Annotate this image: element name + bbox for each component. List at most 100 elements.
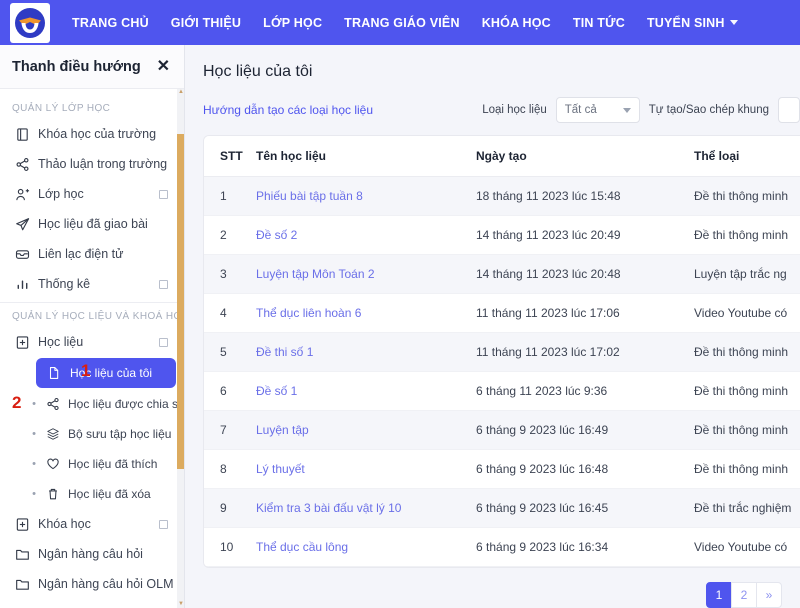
nav-link-lop-hoc[interactable]: LỚP HỌC (263, 16, 322, 30)
cell-name: Lý thuyết (256, 449, 476, 489)
page-button-1[interactable]: 1 (706, 582, 732, 608)
sidebar-section-label-lop-hoc: QUẢN LÝ LỚP HỌC (12, 103, 111, 114)
sidebar-item-khoa-hoc[interactable]: Khóa học (0, 509, 184, 539)
sidebar-item-thao-luan-trong-truong[interactable]: Thảo luận trong trường (0, 149, 184, 179)
bullet-icon: • (32, 397, 36, 410)
user-plus-icon (14, 186, 30, 202)
expand-toggle-icon[interactable] (159, 279, 168, 289)
file-plus-icon (14, 334, 30, 350)
cell-type: Luyện tập trắc ng (694, 254, 800, 294)
nav-link-label: LỚP HỌC (263, 15, 323, 30)
page-next-button[interactable]: » (756, 582, 782, 608)
sidebar-scroll-area: QUẢN LÝ LỚP HỌC Khóa học của trường Thảo… (0, 89, 184, 608)
nav-link-label: TRANG CHỦ (72, 15, 149, 30)
site-logo[interactable] (10, 2, 50, 43)
material-link[interactable]: Đề số 2 (256, 228, 297, 242)
sidebar-item-ngan-hang-cau-hoi[interactable]: Ngân hàng câu hỏi (0, 539, 184, 569)
table-row: 8 Lý thuyết 6 tháng 9 2023 lúc 16:48 Đề thi… (204, 449, 800, 489)
sidebar-item-hoc-lieu-da-giao-bai[interactable]: Học liệu đã giao bài (0, 209, 184, 239)
material-link[interactable]: Thể dục cầu lông (256, 540, 348, 554)
material-link[interactable]: Luyện tập (256, 423, 309, 437)
nav-link-tuyen-sinh[interactable]: TUYỂN SINH (647, 16, 738, 30)
page-title: Học liệu của tôi (203, 63, 313, 80)
table-row: 5 Đề thi số 1 11 tháng 11 2023 lúc 17:02 Đề… (204, 332, 800, 372)
nav-link-label: TIN TỨC (572, 15, 625, 30)
sidebar-item-label: Học liệu đã xóa (68, 487, 151, 501)
cell-name: Đề số 1 (256, 371, 476, 411)
file-plus-icon (14, 516, 30, 532)
col-header-date: Ngày tạo (476, 136, 694, 177)
expand-toggle-icon[interactable] (159, 337, 168, 347)
nav-link-label: GIỚI THIỆU (170, 15, 242, 30)
cell-stt: 2 (204, 215, 256, 255)
cell-stt: 7 (204, 410, 256, 450)
sidebar-scrollbar[interactable]: ▲ ▼ (177, 89, 184, 608)
sidebar-item-hoc-lieu[interactable]: Học liệu (0, 327, 184, 357)
chevron-down-icon (729, 20, 738, 25)
sidebar-scrollbar-thumb[interactable] (177, 134, 184, 469)
cell-type: Đề thi thông minh (694, 215, 800, 255)
sidebar-item-lien-lac-dien-tu[interactable]: Liên lạc điện tử (0, 239, 184, 269)
expand-toggle-icon[interactable] (159, 519, 168, 529)
material-link[interactable]: Kiểm tra 3 bài đấu vật lý 10 (256, 501, 401, 515)
heart-icon (45, 456, 61, 472)
annotation-marker-1: 1 (81, 361, 91, 380)
top-navbar: TRANG CHỦ GIỚI THIỆU LỚP HỌC TRANG GIÁO … (0, 0, 800, 45)
sidebar-item-hoc-lieu-cua-toi[interactable]: Học liệu của tôi (36, 358, 176, 388)
material-link[interactable]: Thể dục liên hoàn 6 (256, 306, 361, 320)
cell-date: 6 tháng 9 2023 lúc 16:49 (476, 410, 694, 450)
nav-link-tin-tuc[interactable]: TIN TỨC (573, 16, 625, 30)
sidebar-item-thong-ke[interactable]: Thống kê (0, 269, 184, 299)
material-link[interactable]: Đề số 1 (256, 384, 297, 398)
nav-link-label: TRANG GIÁO VIÊN (344, 15, 460, 30)
bar-chart-icon (14, 276, 30, 292)
sidebar-item-label: Thảo luận trong trường (38, 157, 168, 171)
nav-link-trang-giao-vien[interactable]: TRANG GIÁO VIÊN (344, 16, 460, 30)
sidebar-item-label: Liên lạc điện tử (38, 247, 124, 261)
filter-source-select[interactable] (778, 97, 800, 123)
sidebar-item-khoa-hoc-cua-truong[interactable]: Khóa học của trường (0, 119, 184, 149)
cell-date: 14 tháng 11 2023 lúc 20:48 (476, 254, 694, 294)
close-icon[interactable]: ✕ (157, 58, 170, 75)
share-nodes-icon (45, 396, 61, 412)
sidebar-item-bo-suu-tap-hoc-lieu[interactable]: • Bộ sưu tập học liệu (0, 419, 184, 449)
sidebar-title: Thanh điều hướng (12, 58, 141, 75)
cell-type: Video Youtube có (694, 527, 800, 567)
cell-name: Đề thi số 1 (256, 332, 476, 372)
nav-link-trang-chu[interactable]: TRANG CHỦ (72, 16, 149, 30)
guide-link[interactable]: Hướng dẫn tạo các loại học liệu (203, 103, 373, 117)
material-link[interactable]: Lý thuyết (256, 462, 305, 476)
sidebar-item-hoc-lieu-da-xoa[interactable]: • Học liệu đã xóa (0, 479, 184, 509)
cell-type: Đề thi thông minh (694, 410, 800, 450)
cell-type: Video Youtube có (694, 293, 800, 333)
table-body: 1 Phiếu bài tập tuần 8 18 tháng 11 2023 lú… (204, 176, 800, 567)
material-link[interactable]: Đề thi số 1 (256, 345, 313, 359)
cell-type: Đề thi thông minh (694, 332, 800, 372)
sidebar-item-hoc-lieu-duoc-chia-se[interactable]: • Học liệu được chia sẻ (0, 389, 184, 419)
sidebar-item-lop-hoc[interactable]: Lớp học (0, 179, 184, 209)
scroll-down-arrow-icon[interactable]: ▼ (178, 601, 184, 607)
sidebar-item-label: Bộ sưu tập học liệu (68, 427, 172, 441)
cell-name: Luyện tập Môn Toán 2 (256, 254, 476, 294)
filter-type-label: Loại học liệu (482, 104, 547, 116)
cell-date: 14 tháng 11 2023 lúc 20:49 (476, 215, 694, 255)
scroll-up-arrow-icon[interactable]: ▲ (178, 89, 184, 95)
table-row: 2 Đề số 2 14 tháng 11 2023 lúc 20:49 Đề thi… (204, 215, 800, 255)
table-row: 9 Kiểm tra 3 bài đấu vật lý 10 6 tháng 9 2… (204, 488, 800, 528)
sidebar-item-ngan-hang-cau-hoi-olm[interactable]: Ngân hàng câu hỏi OLM (0, 569, 184, 599)
nav-link-gioi-thieu[interactable]: GIỚI THIỆU (171, 16, 241, 30)
material-link[interactable]: Luyện tập Môn Toán 2 (256, 267, 375, 281)
cell-stt: 3 (204, 254, 256, 294)
filter-type-select[interactable]: Tất cả (555, 97, 640, 123)
cell-date: 6 tháng 11 2023 lúc 9:36 (476, 371, 694, 411)
nav-link-khoa-hoc[interactable]: KHÓA HỌC (482, 16, 551, 30)
page-button-2[interactable]: 2 (731, 582, 757, 608)
material-link[interactable]: Phiếu bài tập tuần 8 (256, 189, 363, 203)
expand-toggle-icon[interactable] (159, 189, 168, 199)
table-row: 10 Thể dục cầu lông 6 tháng 9 2023 lúc 16:… (204, 527, 800, 567)
layers-icon (45, 426, 61, 442)
cell-name: Phiếu bài tập tuần 8 (256, 176, 476, 216)
sidebar-item-hoc-lieu-da-thich[interactable]: • Học liệu đã thích (0, 449, 184, 479)
cell-name: Kiểm tra 3 bài đấu vật lý 10 (256, 488, 476, 528)
table-row: 6 Đề số 1 6 tháng 11 2023 lúc 9:36 Đề thi t… (204, 371, 800, 411)
